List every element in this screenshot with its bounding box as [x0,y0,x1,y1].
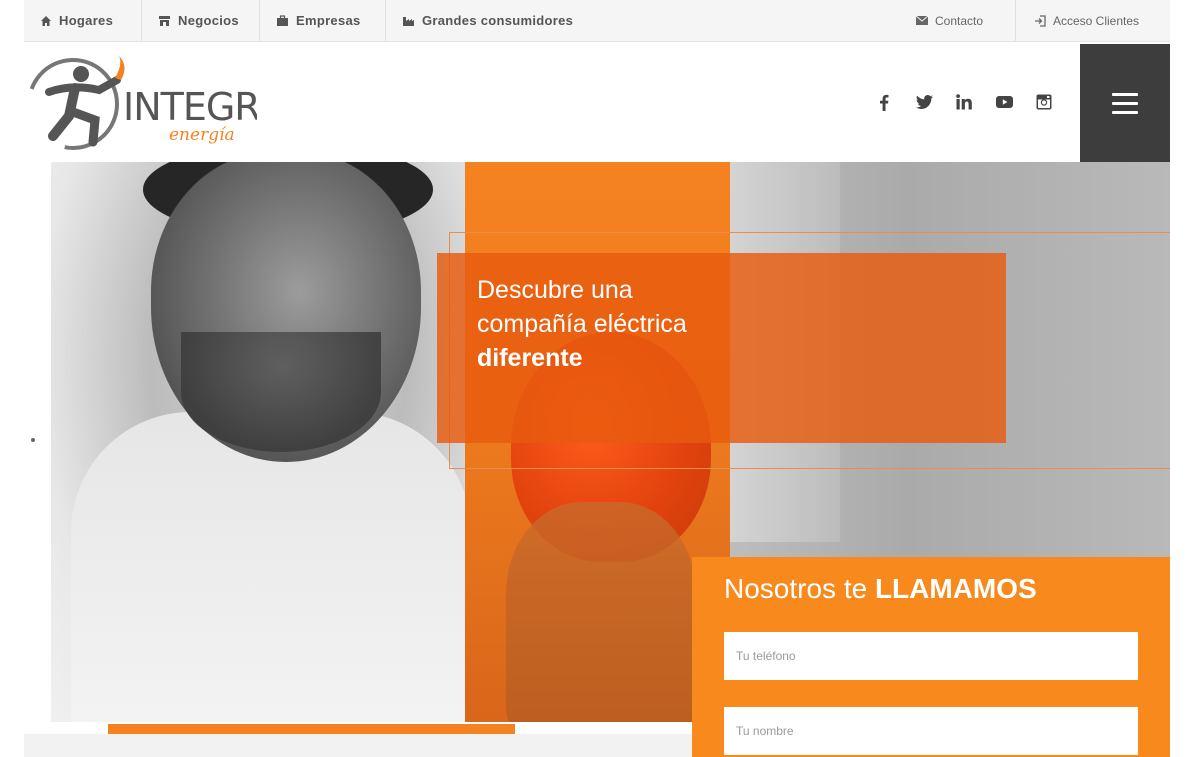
logo-wordmark: INTEGRA [123,85,257,129]
logo-tagline: energía [169,125,235,145]
linkedin-icon[interactable] [944,90,984,114]
menu-bar-icon [1112,110,1138,114]
briefcase-icon [277,14,288,26]
home-icon [41,15,51,26]
factory-icon [403,16,414,26]
nav-hogares[interactable]: Hogares [24,0,142,41]
contact-label: Contacto [935,13,984,28]
hero-line-1: Descubre una [477,276,633,304]
instagram-icon[interactable] [1024,90,1064,114]
footer-strip [24,734,692,757]
hero-accent-bar [108,724,515,734]
callback-title: Nosotros te LLAMAMOS [724,573,1037,605]
hero-headline: Descubre una compañía eléctrica diferent… [477,273,687,375]
nav-negocios[interactable]: Negocios [142,0,260,41]
menu-bar-icon [1112,101,1138,105]
slider-dot[interactable] [31,438,35,442]
envelope-icon [916,16,928,25]
client-access-link[interactable]: Acceso Clientes [1034,0,1139,41]
callback-title-pre: Nosotros te [724,573,868,604]
beard-shape [181,332,381,452]
nav-grandes-label: Grandes consumidores [422,13,574,28]
contact-link[interactable]: Contacto [916,0,983,41]
hero-photo-man [51,162,471,722]
social-links [864,42,1064,162]
facebook-icon[interactable] [864,90,904,114]
client-access-label: Acceso Clientes [1053,13,1140,28]
youtube-icon[interactable] [984,90,1024,114]
site-header: INTEGRA energía [24,42,1170,162]
hero-line-2: compañía eléctrica [477,310,687,338]
sign-in-icon [1035,14,1046,27]
hero-line-3: diferente [477,344,583,372]
divider [1015,0,1016,41]
store-icon [159,15,170,26]
nav-hogares-label: Hogares [59,13,114,28]
callback-form: Nosotros te LLAMAMOS [692,557,1170,757]
callback-title-strong: LLAMAMOS [874,573,1037,604]
logo-mark: INTEGRA energía [27,56,285,150]
nav-negocios-label: Negocios [178,13,239,28]
top-navigation-bar: Hogares Negocios Empresas Grandes consum… [24,0,1170,42]
hand-image [506,502,696,722]
hamburger-menu-button[interactable] [1080,44,1170,162]
phone-input[interactable] [724,632,1138,680]
nav-empresas[interactable]: Empresas [260,0,386,41]
name-input[interactable] [724,707,1138,755]
nav-empresas-label: Empresas [296,13,361,28]
twitter-icon[interactable] [904,90,944,114]
integra-logo[interactable]: INTEGRA energía [27,54,285,154]
nav-grandes-consumidores[interactable]: Grandes consumidores [386,0,600,41]
menu-bar-icon [1112,92,1138,96]
